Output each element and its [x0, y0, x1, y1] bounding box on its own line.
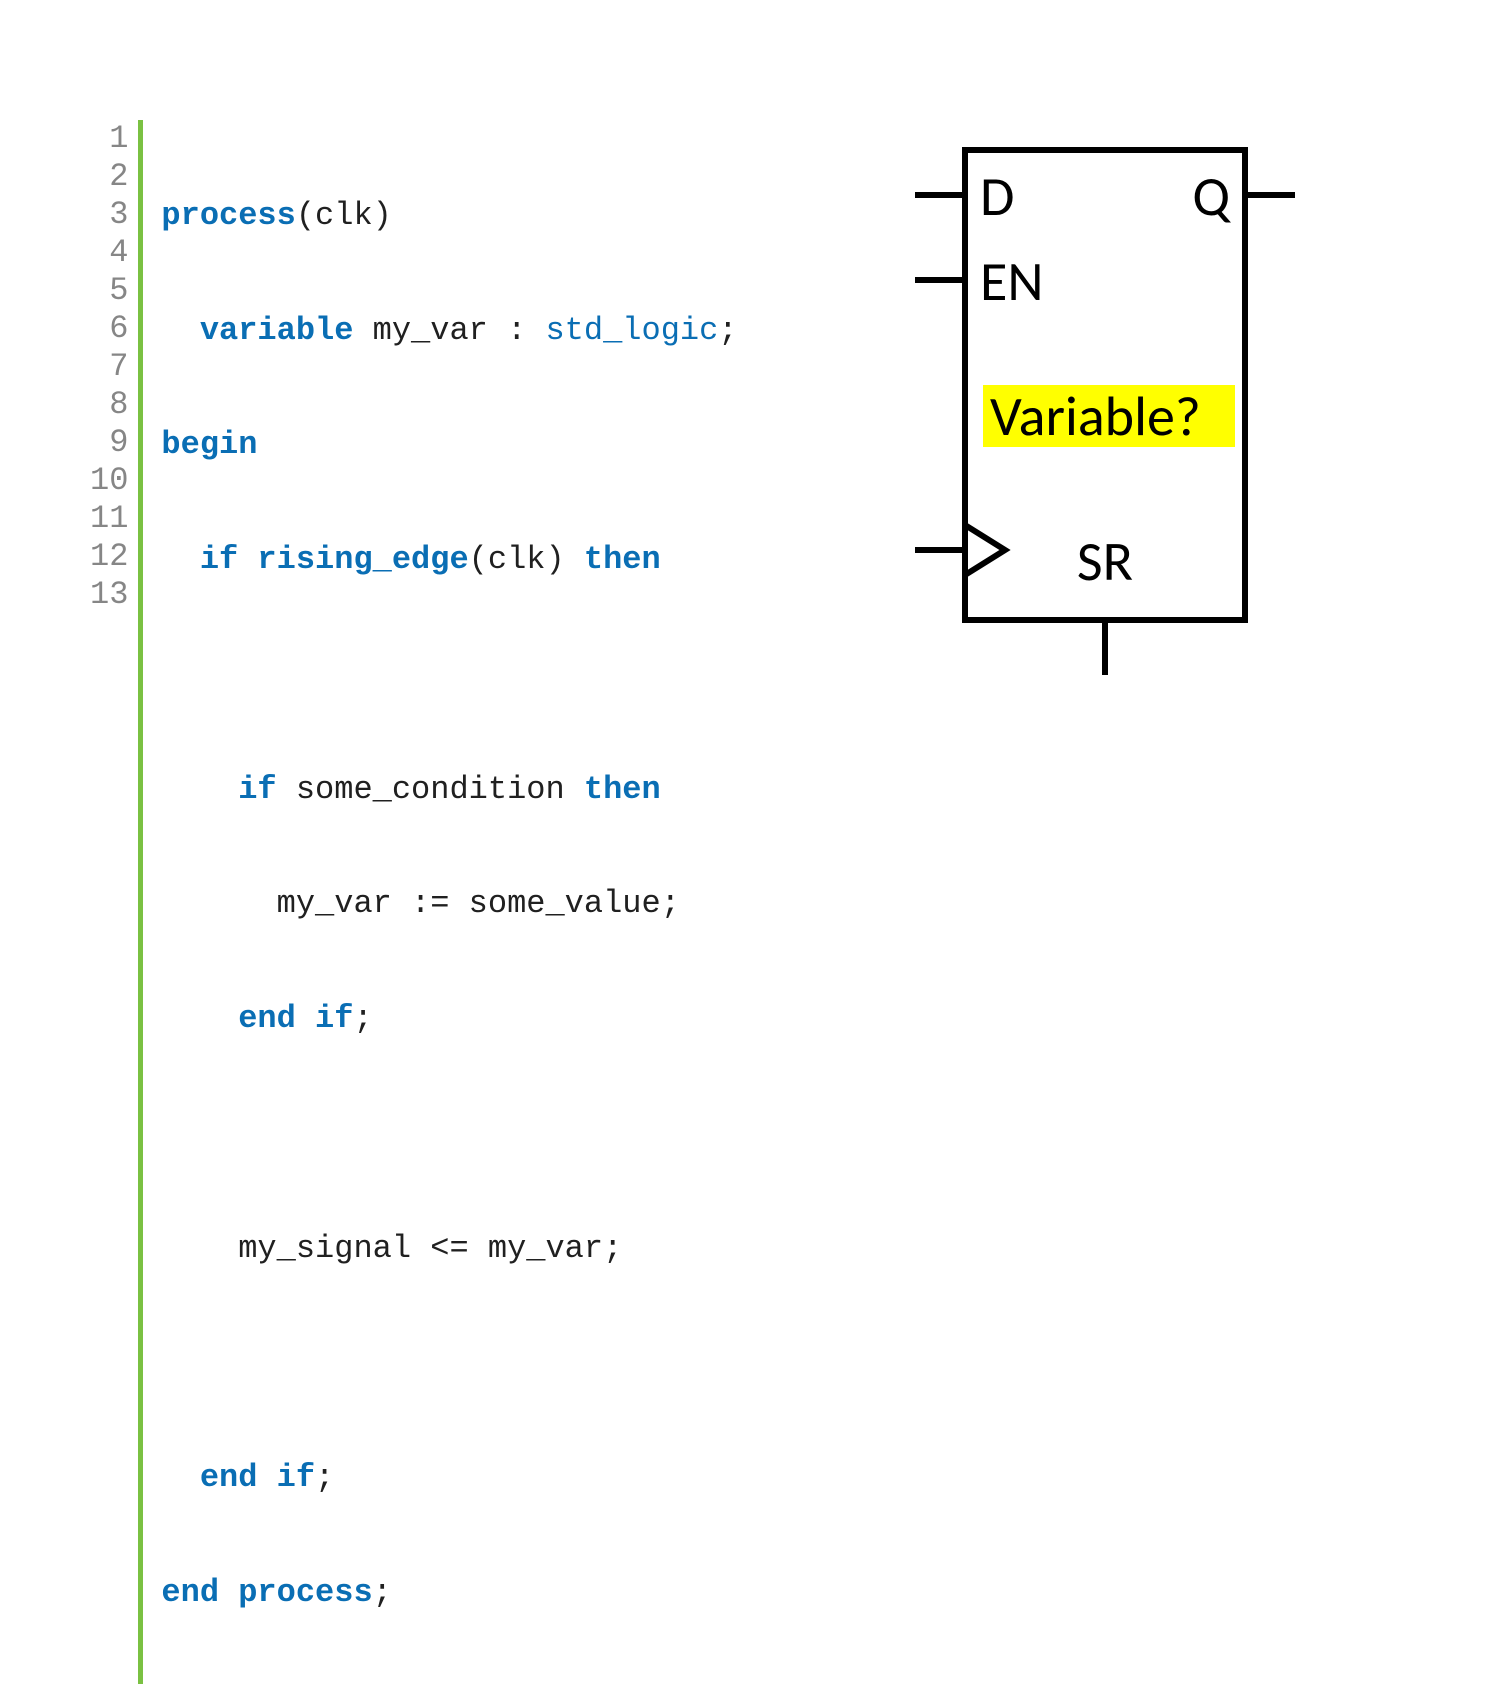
- code-text: ;: [353, 1000, 372, 1037]
- code-text: my_signal <= my_var;: [161, 1230, 622, 1267]
- code-keyword: end process: [161, 1574, 372, 1611]
- flip-flop-diagram: D Q EN Variable? SR: [738, 120, 1433, 690]
- code-block: 1 2 3 4 5 6 7 8 9 10 11 12 13 process(cl…: [90, 120, 738, 1684]
- line-number: 6: [90, 310, 128, 348]
- code-keyword: then: [584, 771, 661, 808]
- code-keyword: process: [161, 197, 295, 234]
- line-number: 5: [90, 272, 128, 310]
- code-text: [161, 771, 238, 808]
- code-text: [161, 312, 199, 349]
- line-number: 1: [90, 120, 128, 158]
- code-text: (clk): [296, 197, 392, 234]
- code-text: my_var := some_value;: [161, 885, 679, 922]
- line-number: 4: [90, 234, 128, 272]
- label-q: Q: [1192, 163, 1231, 231]
- line-number: 2: [90, 158, 128, 196]
- code-text: (clk): [469, 541, 584, 578]
- line-number: 3: [90, 196, 128, 234]
- line-number-gutter: 1 2 3 4 5 6 7 8 9 10 11 12 13: [90, 120, 138, 1684]
- code-text: [161, 1459, 199, 1496]
- code-function: rising_edge: [257, 541, 468, 578]
- code-text: my_var :: [353, 312, 545, 349]
- gutter-bar: [138, 120, 143, 1684]
- code-type: std_logic: [545, 312, 718, 349]
- code-keyword: variable: [200, 312, 354, 349]
- flip-flop-svg: D Q EN Variable? SR: [895, 130, 1315, 690]
- code-text: ;: [373, 1574, 392, 1611]
- code-keyword: if: [238, 771, 276, 808]
- label-d: D: [980, 163, 1014, 231]
- code-text: ;: [315, 1459, 334, 1496]
- line-number: 12: [90, 538, 128, 576]
- label-en: EN: [980, 248, 1044, 316]
- code-keyword: end if: [200, 1459, 315, 1496]
- code-text: [161, 541, 199, 578]
- code-text: [238, 541, 257, 578]
- clock-triangle-icon: [965, 525, 1005, 575]
- code-body: process(clk) variable my_var : std_logic…: [161, 120, 737, 1684]
- code-text: [161, 1000, 238, 1037]
- line-number: 8: [90, 386, 128, 424]
- code-keyword: begin: [161, 426, 257, 463]
- label-variable: Variable?: [990, 383, 1201, 451]
- code-text: ;: [718, 312, 737, 349]
- line-number: 11: [90, 500, 128, 538]
- line-number: 13: [90, 576, 128, 614]
- line-number: 10: [90, 462, 128, 500]
- label-sr: SR: [1077, 528, 1133, 596]
- code-text: some_condition: [277, 771, 584, 808]
- code-keyword: then: [584, 541, 661, 578]
- line-number: 9: [90, 424, 128, 462]
- code-keyword: if: [200, 541, 238, 578]
- line-number: 7: [90, 348, 128, 386]
- code-keyword: end if: [238, 1000, 353, 1037]
